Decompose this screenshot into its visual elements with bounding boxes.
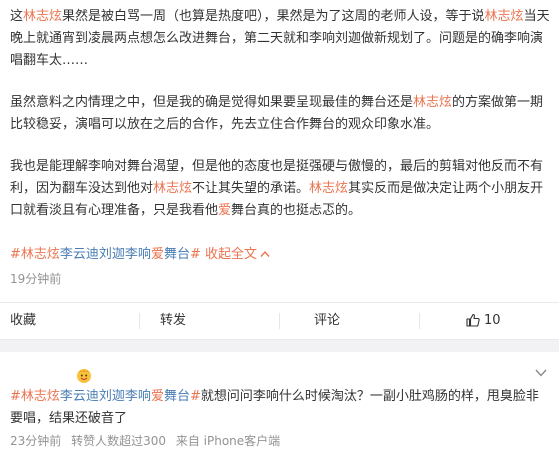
comment-button[interactable]: 评论 [314,303,340,339]
like-button[interactable]: 10 [466,303,501,339]
post-timestamp: 19分钟前 [10,272,62,286]
topic-link[interactable]: # [10,247,21,262]
post-paragraph-1: 这林志炫果然是被白骂一周（也算是热度吧），果然是为了这周的老师人设，等于说林志炫… [10,6,552,72]
text-run: 不让其失望的承诺。 [192,181,310,196]
text-run: 虽然意料之内情理之中，但是我的确是觉得如果要呈现最佳的舞台还是 [10,95,414,110]
divider [139,313,140,329]
divider [279,313,280,329]
topic-link[interactable]: 舞台 [164,247,190,262]
topic-link[interactable]: # [190,389,201,404]
related-post-source: 来自 iPhone客户端 [175,434,281,448]
collapse-text-link[interactable]: 收起全文 [201,247,257,262]
like-count: 10 [484,313,501,328]
related-post-timestamp: 23分钟前 [10,434,62,448]
text-run: 这 [10,9,24,24]
post-paragraph-3: 我也是能理解李响对舞台渴望，但是他的态度也是挺强硬与傲慢的，最后的剪辑对他反而不… [10,156,552,222]
topic-link[interactable]: 李云迪刘迦李响 [60,389,151,404]
topic-link[interactable]: 林志炫 [309,181,348,196]
related-post-meta: 23分钟前 转赞人数超过300 来自 iPhone客户端 [10,432,286,449]
topic-link[interactable]: 爱 [151,247,164,262]
post-paragraph-2: 虽然意料之内情理之中，但是我的确是觉得如果要呈现最佳的舞台还是林志炫的方案做第一… [10,92,552,136]
topic-link[interactable]: 林志炫 [21,247,60,262]
topic-link[interactable]: 林志炫 [23,9,62,24]
topic-link[interactable]: 林志炫 [413,95,452,110]
text-run: 果然是被白骂一周（也算是热度吧），果然是为了这周的老师人设，等于说 [62,9,485,24]
topic-link[interactable]: 李云迪刘迦李响 [60,247,151,262]
topic-link[interactable]: 舞台 [164,389,190,404]
action-bar: 收藏 转发 评论 10 [0,302,559,340]
topic-link[interactable]: 爱 [151,389,164,404]
related-post-text: #林志炫李云迪刘迦李响爱舞台#就想问问李响什么时候淘汰？一副小肚鸡肠的样，甩臭脸… [10,386,542,430]
collect-button[interactable]: 收藏 [10,303,36,339]
related-post-repost-info: 转赞人数超过300 [71,434,167,448]
thumbs-up-icon [466,313,480,327]
post-topic-tags[interactable]: #林志炫李云迪刘迦李响爱舞台# 收起全文 [10,244,552,266]
section-gap [0,340,559,352]
topic-link[interactable]: 林志炫 [153,181,192,196]
divider [419,313,420,329]
chevron-up-icon[interactable] [260,250,270,258]
repost-button[interactable]: 转发 [160,303,186,339]
related-post: #林志炫李云迪刘迦李响爱舞台#就想问问李响什么时候淘汰？一副小肚鸡肠的样，甩臭脸… [0,352,559,461]
text-run: 舞台真的也挺忐忑的。 [231,203,362,218]
topic-link[interactable]: 爱 [218,203,231,218]
topic-link[interactable]: 林志炫 [485,9,524,24]
topic-link[interactable]: # [10,389,21,404]
topic-link[interactable]: # [190,247,201,262]
chevron-down-icon[interactable] [535,368,547,378]
smiling-emoji-icon [77,369,91,383]
topic-link[interactable]: 林志炫 [21,389,60,404]
